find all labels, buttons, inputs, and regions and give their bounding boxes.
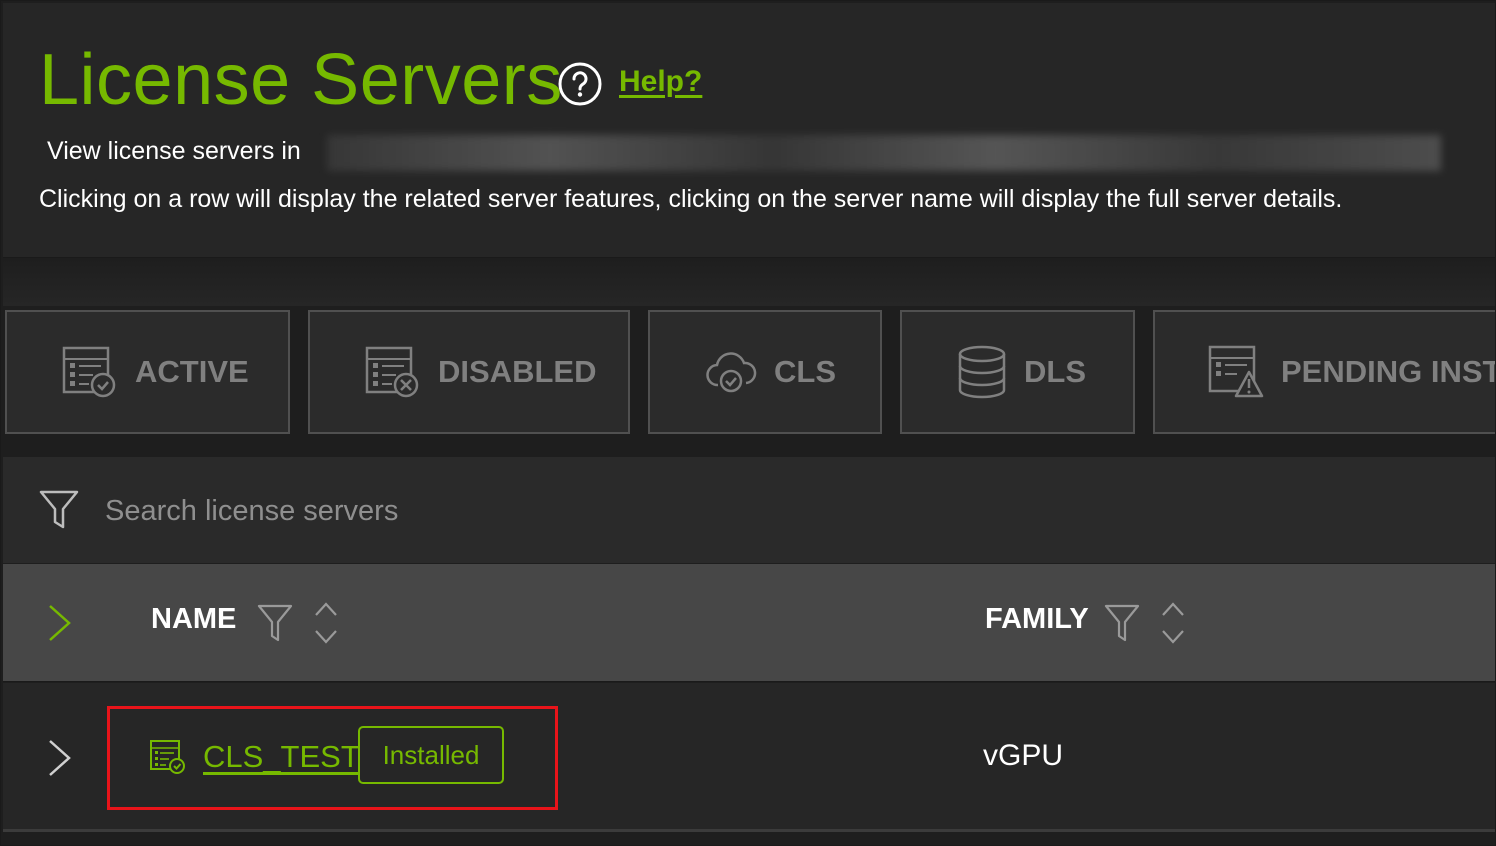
family-cell: vGPU [983,739,1064,772]
tile-active[interactable]: ACTIVE [5,310,290,434]
family-column-filter-icon[interactable] [1104,603,1140,648]
help-circle-icon[interactable] [557,61,603,112]
name-column-filter-icon[interactable] [257,603,293,648]
instructions-text: Clicking on a row will display the relat… [39,185,1343,213]
tile-pending-install[interactable]: PENDING INSTA [1153,310,1495,434]
tile-cls-label: CLS [774,354,836,389]
row-expand-chevron-icon[interactable] [47,738,73,783]
column-header-name: NAME [151,603,237,635]
license-servers-page: License Servers Help? View license serve… [0,0,1496,846]
tile-active-label: ACTIVE [135,354,249,389]
server-list-x-icon [364,345,422,399]
database-icon [956,344,1008,400]
search-input[interactable] [103,489,1007,533]
expand-all-chevron-icon[interactable] [47,603,73,648]
view-in-label: View license servers in [47,137,301,165]
server-list-warning-icon [1207,344,1265,400]
name-column-sort-icon[interactable] [313,601,339,650]
tile-dls-label: DLS [1024,354,1086,389]
cloud-check-icon [704,349,758,395]
family-column-sort-icon[interactable] [1160,601,1186,650]
highlight-annotation-box [107,706,558,810]
tile-pending-install-label: PENDING INSTA [1281,354,1495,389]
page-title: License Servers [39,40,563,120]
tile-dls[interactable]: DLS [900,310,1135,434]
filter-funnel-icon [39,489,79,536]
tile-disabled-label: DISABLED [438,354,597,389]
column-header-family: FAMILY [985,603,1089,635]
header-separator [3,258,1495,306]
redacted-org-text [327,135,1441,171]
tile-disabled[interactable]: DISABLED [308,310,630,434]
tile-cls[interactable]: CLS [648,310,882,434]
server-list-check-icon [61,345,119,399]
help-link[interactable]: Help? [619,65,702,99]
